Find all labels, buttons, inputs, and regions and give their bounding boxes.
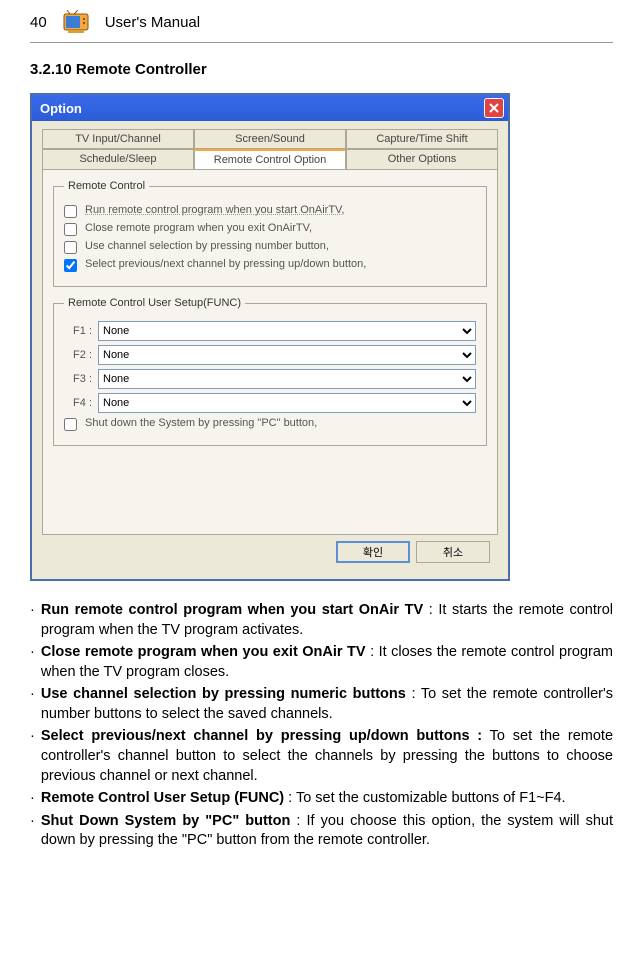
bullet-bold: Select previous/next channel by pressing… (41, 728, 482, 744)
ok-button[interactable]: 확인 (336, 541, 410, 563)
bullet-dot: · (30, 643, 35, 682)
func-f1-select[interactable]: None (98, 321, 476, 341)
tab-remote-control[interactable]: Remote Control Option (194, 149, 346, 170)
manual-label: User's Manual (105, 14, 200, 31)
tab-other[interactable]: Other Options (346, 149, 498, 170)
bullet-item: · Shut Down System by "PC" button : If y… (30, 812, 613, 851)
func-f1: F1 : None (64, 321, 476, 341)
func-f4: F4 : None (64, 393, 476, 413)
bullet-item: · Run remote control program when you st… (30, 601, 613, 640)
func-f1-label: F1 : (64, 325, 92, 337)
tab-screen-sound[interactable]: Screen/Sound (194, 129, 346, 149)
opt-close-exit: Close remote program when you exit OnAir… (64, 222, 476, 236)
tab-row-1: TV Input/Channel Screen/Sound Capture/Ti… (42, 129, 498, 149)
opt-shutdown: Shut down the System by pressing "PC" bu… (64, 417, 476, 431)
opt-close-exit-check[interactable] (64, 223, 77, 236)
func-f4-select[interactable]: None (98, 393, 476, 413)
tab-content: Remote Control Run remote control progra… (42, 170, 498, 535)
cancel-button[interactable]: 취소 (416, 541, 490, 563)
bullet-item: · Close remote program when you exit OnA… (30, 643, 613, 682)
bullet-item: · Remote Control User Setup (FUNC) : To … (30, 789, 613, 809)
opt-shutdown-check[interactable] (64, 418, 77, 431)
func-group: Remote Control User Setup(FUNC) F1 : Non… (53, 297, 487, 446)
bullet-dot: · (30, 685, 35, 724)
section-title: 3.2.10 Remote Controller (30, 61, 613, 78)
opt-updown-check[interactable] (64, 259, 77, 272)
dialog-body: TV Input/Channel Screen/Sound Capture/Ti… (32, 121, 508, 579)
func-f3: F3 : None (64, 369, 476, 389)
opt-close-exit-label: Close remote program when you exit OnAir… (85, 222, 312, 234)
func-f2: F2 : None (64, 345, 476, 365)
tab-tv-input[interactable]: TV Input/Channel (42, 129, 194, 149)
func-legend: Remote Control User Setup(FUNC) (64, 297, 245, 309)
opt-updown: Select previous/next channel by pressing… (64, 258, 476, 272)
opt-run-start-label: Run remote control program when you star… (85, 204, 344, 216)
tab-row-2: Schedule/Sleep Remote Control Option Oth… (42, 149, 498, 170)
tv-icon (62, 10, 90, 34)
close-button[interactable] (484, 98, 504, 118)
opt-number-check[interactable] (64, 241, 77, 254)
bullet-bold: Use channel selection by pressing numeri… (41, 686, 406, 702)
bullet-bold: Run remote control program when you star… (41, 602, 423, 618)
bullet-dot: · (30, 727, 35, 786)
bullet-text: : To set the customizable buttons of F1~… (284, 790, 565, 806)
opt-number: Use channel selection by pressing number… (64, 240, 476, 254)
tab-capture[interactable]: Capture/Time Shift (346, 129, 498, 149)
opt-run-start-check[interactable] (64, 205, 77, 218)
opt-run-start: Run remote control program when you star… (64, 204, 476, 218)
dialog-titlebar: Option (32, 95, 508, 121)
bullet-dot: · (30, 601, 35, 640)
bullet-dot: · (30, 812, 35, 851)
page-header: 40 User's Manual (30, 10, 613, 43)
bullet-bold: Remote Control User Setup (FUNC) (41, 790, 284, 806)
bullet-bold: Shut Down System by "PC" button (41, 813, 291, 829)
tab-schedule[interactable]: Schedule/Sleep (42, 149, 194, 170)
func-f3-label: F3 : (64, 373, 92, 385)
bullet-bold: Close remote program when you exit OnAir… (41, 644, 366, 660)
bullet-list: · Run remote control program when you st… (30, 601, 613, 851)
bullet-item: · Use channel selection by pressing nume… (30, 685, 613, 724)
remote-control-legend: Remote Control (64, 180, 149, 192)
func-f3-select[interactable]: None (98, 369, 476, 389)
bullet-dot: · (30, 789, 35, 809)
func-f2-label: F2 : (64, 349, 92, 361)
dialog-title: Option (40, 101, 82, 116)
opt-shutdown-label: Shut down the System by pressing "PC" bu… (85, 417, 317, 429)
opt-updown-label: Select previous/next channel by pressing… (85, 258, 366, 270)
opt-number-label: Use channel selection by pressing number… (85, 240, 329, 252)
remote-control-group: Remote Control Run remote control progra… (53, 180, 487, 287)
bullet-item: · Select previous/next channel by pressi… (30, 727, 613, 786)
page-number: 40 (30, 14, 47, 31)
func-f4-label: F4 : (64, 397, 92, 409)
func-f2-select[interactable]: None (98, 345, 476, 365)
dialog-buttons: 확인 취소 (42, 535, 498, 569)
option-dialog: Option TV Input/Channel Screen/Sound Cap… (30, 93, 510, 581)
